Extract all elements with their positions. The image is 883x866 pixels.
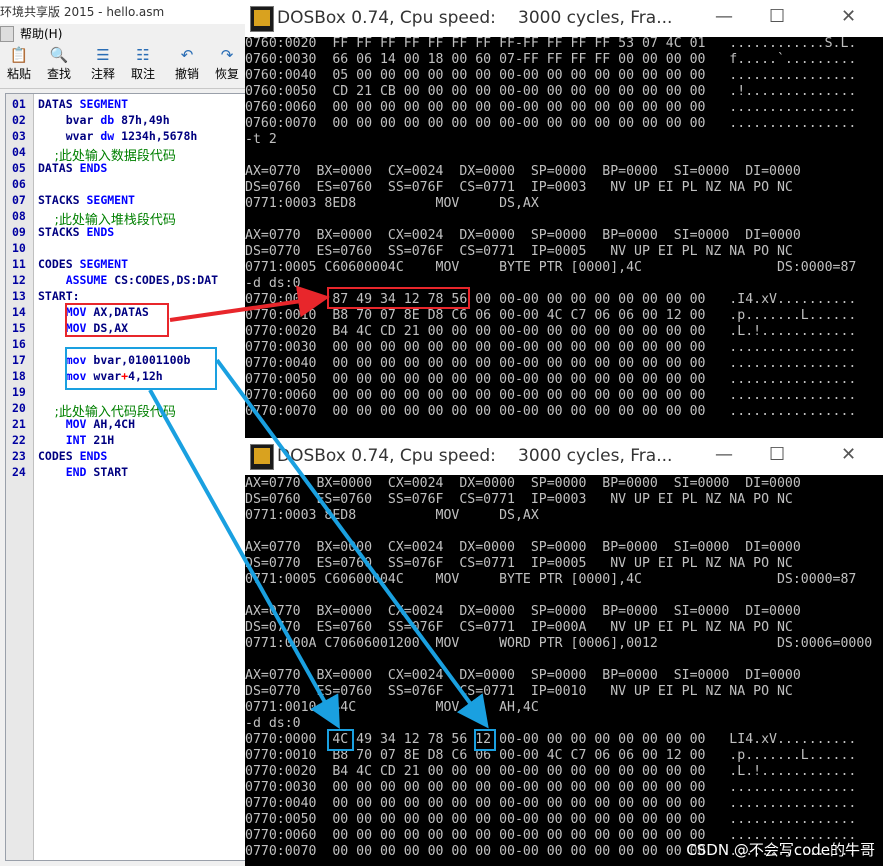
blue-arrow-2 xyxy=(215,358,489,729)
blue-arrow-1 xyxy=(148,389,340,729)
annotation-arrows xyxy=(148,285,489,729)
red-arrow xyxy=(169,285,330,322)
